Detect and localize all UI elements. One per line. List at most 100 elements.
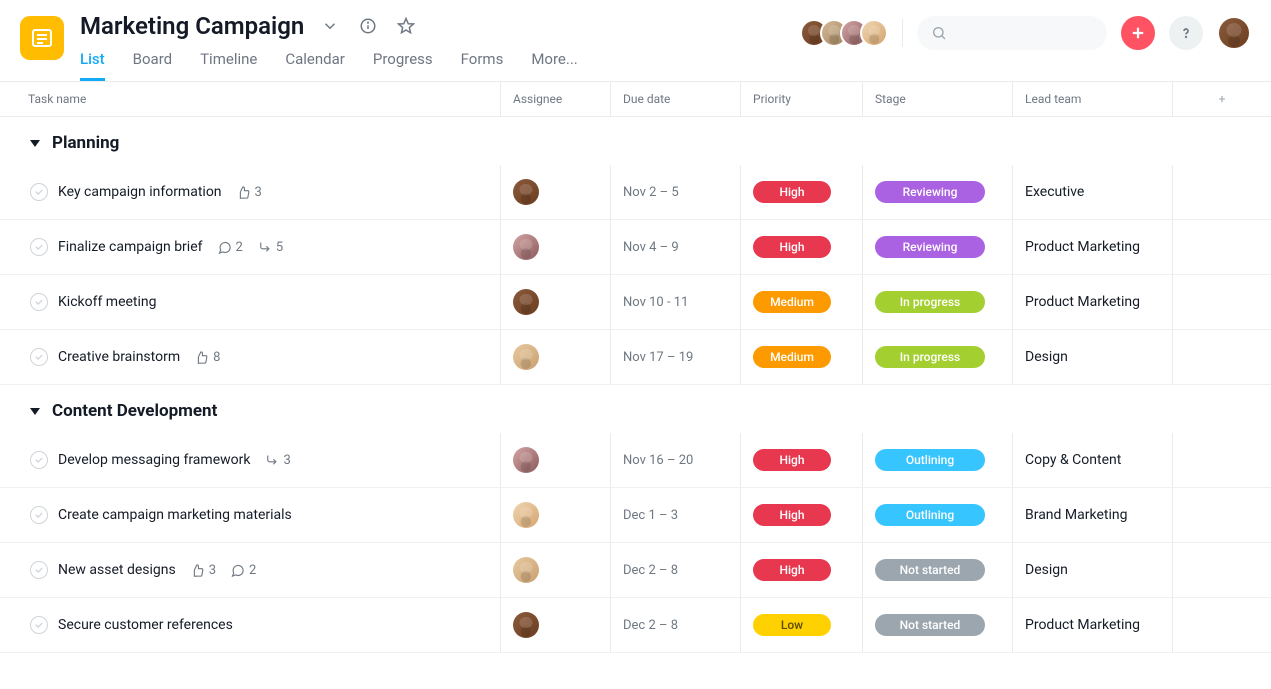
due-date[interactable]: Nov 16 – 20 (623, 453, 693, 468)
priority-pill[interactable]: High (753, 236, 831, 258)
priority-pill[interactable]: High (753, 504, 831, 526)
task-row[interactable]: Secure customer referencesDec 2 – 8LowNo… (0, 598, 1271, 653)
stage-pill[interactable]: Outlining (875, 449, 985, 471)
task-title: New asset designs (58, 562, 176, 578)
complete-checkbox[interactable] (30, 616, 48, 634)
lead-team[interactable]: Product Marketing (1025, 617, 1140, 633)
complete-checkbox[interactable] (30, 561, 48, 579)
column-stage: Stage (862, 82, 1012, 116)
stage-pill[interactable]: In progress (875, 346, 985, 368)
assignee-avatar[interactable] (513, 234, 539, 260)
task-row[interactable]: Creative brainstorm 8 Nov 17 – 19 Medium In … (0, 330, 1271, 385)
task-title: Key campaign information (58, 184, 222, 200)
lead-team[interactable]: Design (1025, 562, 1068, 578)
stage-pill[interactable]: Reviewing (875, 236, 985, 258)
column-task-name: Task name (0, 82, 500, 116)
task-row[interactable]: New asset designs 32 Dec 2 – 8 High Not star… (0, 543, 1271, 598)
priority-pill[interactable]: Medium (753, 291, 831, 313)
tab-calendar[interactable]: Calendar (285, 50, 345, 81)
stage-pill[interactable]: Not started (875, 614, 985, 636)
due-date[interactable]: Dec 1 – 3 (623, 508, 678, 523)
member-avatars[interactable] (800, 19, 888, 47)
due-date[interactable]: Dec 2 – 8 (623, 618, 678, 633)
section-toggle-icon[interactable] (30, 408, 40, 415)
priority-pill[interactable]: Low (753, 614, 831, 636)
lead-team[interactable]: Copy & Content (1025, 452, 1121, 468)
likes-count[interactable]: 3 (190, 563, 216, 578)
chevron-down-icon[interactable] (318, 14, 342, 38)
complete-checkbox[interactable] (30, 238, 48, 256)
assignee-avatar[interactable] (513, 447, 539, 473)
priority-pill[interactable]: High (753, 181, 831, 203)
complete-checkbox[interactable] (30, 451, 48, 469)
subtasks-count[interactable]: 3 (264, 453, 290, 468)
page-title: Marketing Campaign (80, 12, 304, 40)
star-icon[interactable] (394, 14, 418, 38)
stage-pill[interactable]: Reviewing (875, 181, 985, 203)
priority-pill[interactable]: High (753, 559, 831, 581)
project-icon[interactable] (20, 16, 64, 60)
column-assignee: Assignee (500, 82, 610, 116)
due-date[interactable]: Nov 2 – 5 (623, 185, 679, 200)
section-title: Content Development (52, 401, 217, 421)
tab-more[interactable]: More... (531, 50, 577, 81)
member-avatar[interactable] (860, 19, 888, 47)
task-row[interactable]: Key campaign information 3 Nov 2 – 5 High Re… (0, 165, 1271, 220)
column-headers: Task name Assignee Due date Priority Sta… (0, 81, 1271, 117)
assignee-avatar[interactable] (513, 557, 539, 583)
add-button[interactable] (1121, 16, 1155, 50)
lead-team[interactable]: Brand Marketing (1025, 507, 1127, 523)
lead-team[interactable]: Product Marketing (1025, 294, 1140, 310)
assignee-avatar[interactable] (513, 289, 539, 315)
comments-count[interactable]: 2 (217, 240, 243, 255)
priority-pill[interactable]: Medium (753, 346, 831, 368)
add-column-button[interactable]: + (1172, 82, 1271, 116)
task-row[interactable]: Create campaign marketing materials Dec 1… (0, 488, 1271, 543)
section-title: Planning (52, 133, 119, 153)
task-row[interactable]: Kickoff meeting Nov 10 - 11 Medium In progr… (0, 275, 1271, 330)
assignee-avatar[interactable] (513, 612, 539, 638)
due-date[interactable]: Nov 10 - 11 (623, 295, 688, 310)
due-date[interactable]: Nov 4 – 9 (623, 240, 679, 255)
complete-checkbox[interactable] (30, 183, 48, 201)
assignee-avatar[interactable] (513, 344, 539, 370)
divider (902, 19, 903, 47)
search-input[interactable] (917, 16, 1107, 50)
column-priority: Priority (740, 82, 862, 116)
task-title: Kickoff meeting (58, 294, 157, 310)
tab-timeline[interactable]: Timeline (200, 50, 257, 81)
lead-team[interactable]: Design (1025, 349, 1068, 365)
subtasks-count[interactable]: 5 (257, 240, 283, 255)
assignee-avatar[interactable] (513, 502, 539, 528)
tab-progress[interactable]: Progress (373, 50, 433, 81)
stage-pill[interactable]: Not started (875, 559, 985, 581)
task-title: Develop messaging framework (58, 452, 250, 468)
help-button[interactable] (1169, 16, 1203, 50)
tab-forms[interactable]: Forms (461, 50, 504, 81)
task-title: Create campaign marketing materials (58, 507, 292, 523)
stage-pill[interactable]: Outlining (875, 504, 985, 526)
task-title: Creative brainstorm (58, 349, 180, 365)
task-row[interactable]: Finalize campaign brief25Nov 4 – 9HighRe… (0, 220, 1271, 275)
likes-count[interactable]: 3 (236, 185, 262, 200)
tab-board[interactable]: Board (133, 50, 172, 81)
priority-pill[interactable]: High (753, 449, 831, 471)
column-due-date: Due date (610, 82, 740, 116)
info-icon[interactable] (356, 14, 380, 38)
due-date[interactable]: Nov 17 – 19 (623, 350, 693, 365)
due-date[interactable]: Dec 2 – 8 (623, 563, 678, 578)
complete-checkbox[interactable] (30, 506, 48, 524)
lead-team[interactable]: Executive (1025, 184, 1084, 200)
view-tabs: List Board Timeline Calendar Progress Forms Mo… (80, 50, 800, 81)
stage-pill[interactable]: In progress (875, 291, 985, 313)
likes-count[interactable]: 8 (194, 350, 220, 365)
assignee-avatar[interactable] (513, 179, 539, 205)
lead-team[interactable]: Product Marketing (1025, 239, 1140, 255)
user-avatar[interactable] (1217, 16, 1251, 50)
section-toggle-icon[interactable] (30, 140, 40, 147)
task-row[interactable]: Develop messaging framework 3 Nov 16 – 20 H… (0, 433, 1271, 488)
tab-list[interactable]: List (80, 50, 105, 81)
complete-checkbox[interactable] (30, 348, 48, 366)
complete-checkbox[interactable] (30, 293, 48, 311)
comments-count[interactable]: 2 (230, 563, 256, 578)
